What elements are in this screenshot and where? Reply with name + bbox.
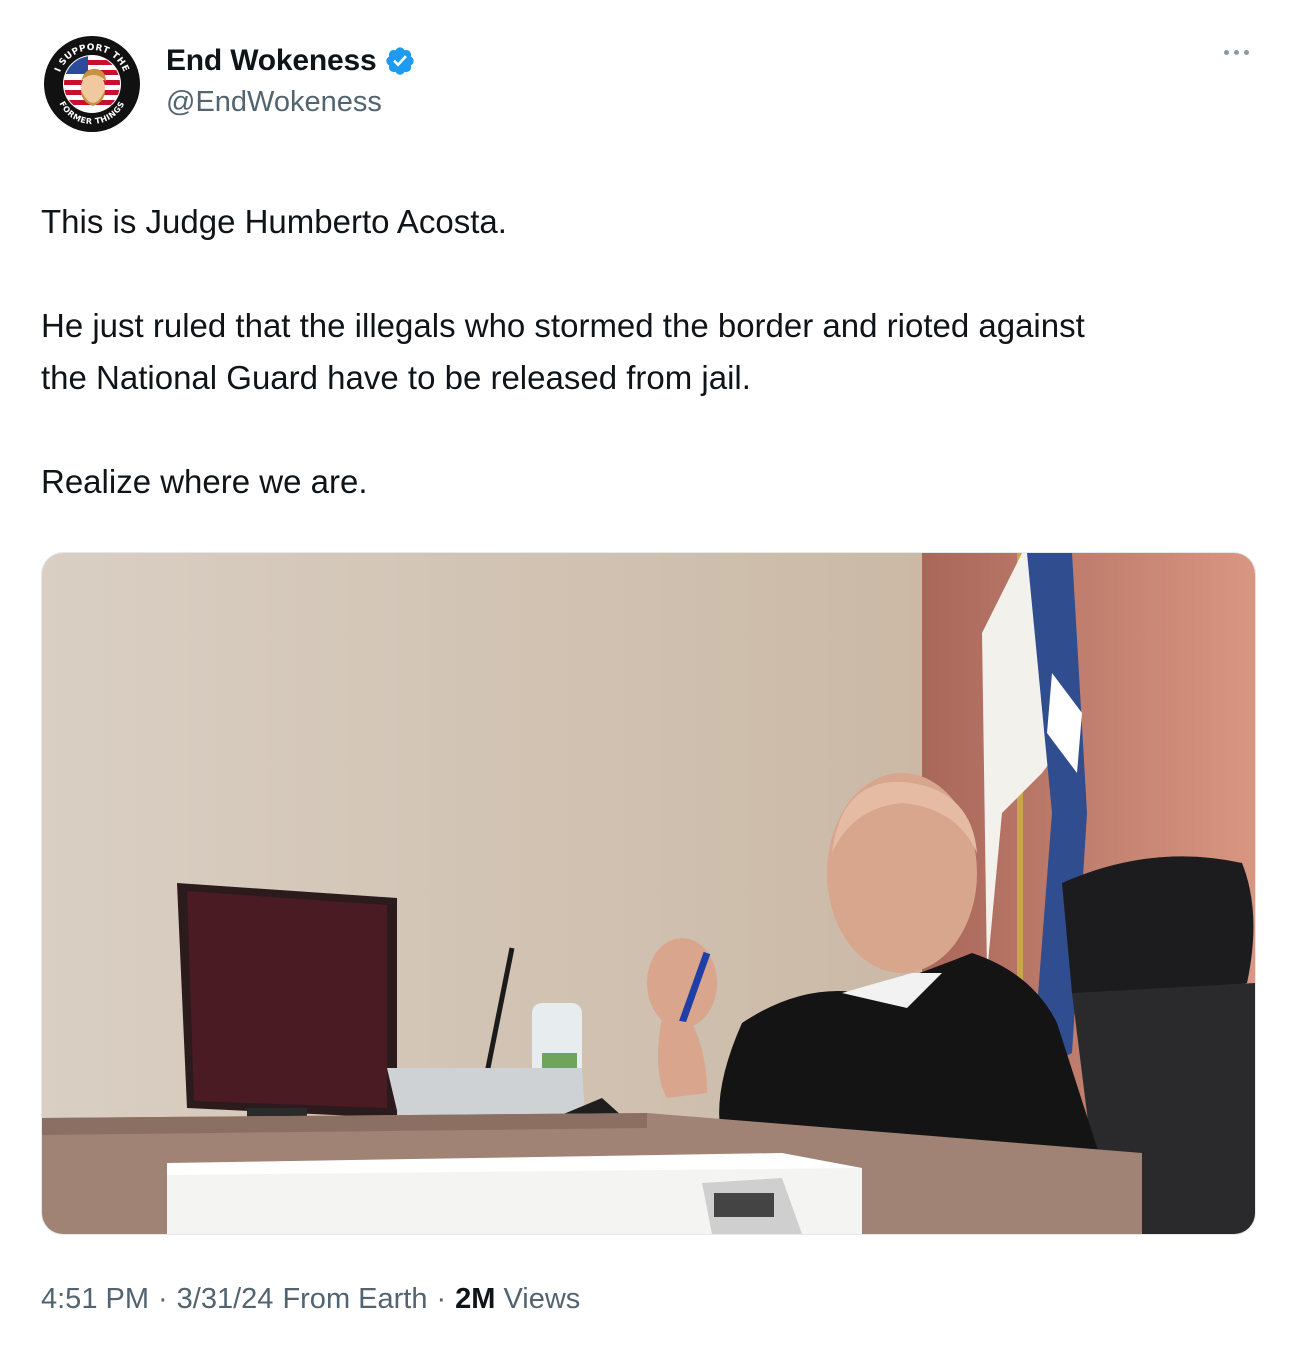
tweet-paragraph: Realize where we are. <box>41 463 368 500</box>
author-handle[interactable]: @EndWokeness <box>166 86 382 119</box>
verified-badge-icon[interactable] <box>384 45 416 77</box>
tweet-photo[interactable] <box>41 552 1256 1235</box>
i-support-the-former-thing-badge: I SUPPORT THE FORMER THINGS <box>45 37 139 131</box>
more-dot <box>1234 50 1239 55</box>
tweet-source: From Earth <box>282 1283 428 1315</box>
views-count[interactable]: 2M <box>455 1283 495 1316</box>
views-label[interactable]: Views <box>503 1283 580 1316</box>
author-display-name[interactable]: End Wokeness <box>166 44 377 78</box>
courtroom-photo <box>42 553 1255 1234</box>
tweet-date[interactable]: 3/31/24 <box>177 1283 274 1316</box>
tweet-paragraph: He just ruled that the illegals who stor… <box>41 307 1085 396</box>
author-name-row[interactable]: End Wokeness <box>166 44 416 78</box>
author-avatar[interactable]: I SUPPORT THE FORMER THINGS <box>44 36 140 132</box>
meta-separator: · <box>436 1283 447 1315</box>
tweet-meta: 4:51 PM · 3/31/24 From Earth · 2M Views <box>41 1283 580 1316</box>
tweet-time[interactable]: 4:51 PM <box>41 1283 149 1316</box>
more-horizontal-icon <box>1224 50 1229 55</box>
more-options-button[interactable] <box>1224 50 1249 55</box>
meta-separator: · <box>158 1283 168 1315</box>
tweet-paragraph: This is Judge Humberto Acosta. <box>41 203 507 240</box>
tweet-text: This is Judge Humberto Acosta. He just r… <box>41 196 1261 508</box>
more-dot <box>1244 50 1249 55</box>
